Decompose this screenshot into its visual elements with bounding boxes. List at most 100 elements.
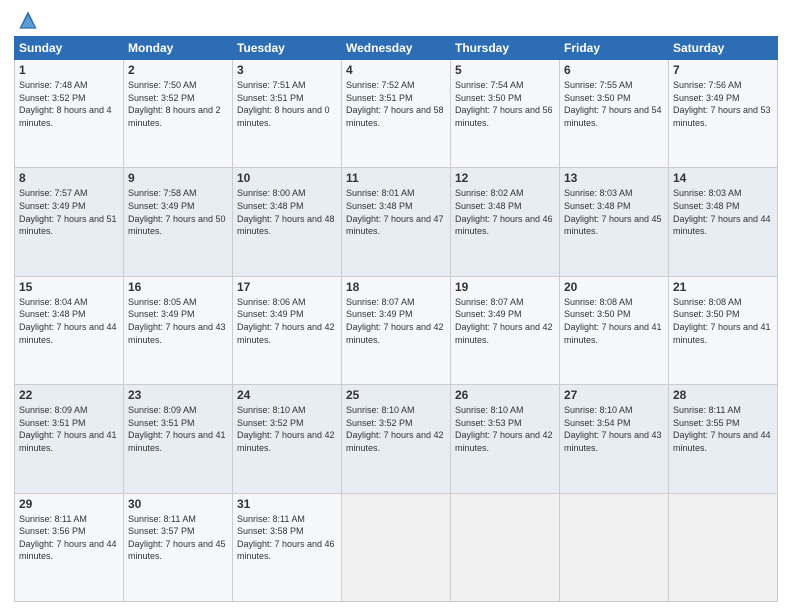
calendar-cell: 17 Sunrise: 8:06 AMSunset: 3:49 PMDayligh… xyxy=(233,276,342,384)
day-number: 9 xyxy=(128,171,228,185)
day-number: 25 xyxy=(346,388,446,402)
day-number: 26 xyxy=(455,388,555,402)
calendar-cell: 11 Sunrise: 8:01 AMSunset: 3:48 PMDayligh… xyxy=(342,168,451,276)
calendar-cell: 3 Sunrise: 7:51 AMSunset: 3:51 PMDaylight… xyxy=(233,60,342,168)
day-info: Sunrise: 7:54 AMSunset: 3:50 PMDaylight:… xyxy=(455,79,555,129)
day-info: Sunrise: 8:01 AMSunset: 3:48 PMDaylight:… xyxy=(346,187,446,237)
calendar-week-row: 29 Sunrise: 8:11 AMSunset: 3:56 PMDayligh… xyxy=(15,493,778,601)
day-number: 2 xyxy=(128,63,228,77)
day-number: 19 xyxy=(455,280,555,294)
header xyxy=(14,10,778,30)
calendar-cell xyxy=(342,493,451,601)
column-header-friday: Friday xyxy=(560,37,669,60)
calendar-cell: 26 Sunrise: 8:10 AMSunset: 3:53 PMDayligh… xyxy=(451,385,560,493)
day-info: Sunrise: 8:11 AMSunset: 3:57 PMDaylight:… xyxy=(128,513,228,563)
calendar-cell: 14Sunrise: 8:03 AMSunset: 3:48 PMDayligh… xyxy=(669,168,778,276)
calendar-cell: 7 Sunrise: 7:56 AMSunset: 3:49 PMDaylight… xyxy=(669,60,778,168)
day-number: 7 xyxy=(673,63,773,77)
calendar-cell: 12 Sunrise: 8:02 AMSunset: 3:48 PMDayligh… xyxy=(451,168,560,276)
day-number: 28 xyxy=(673,388,773,402)
day-number: 5 xyxy=(455,63,555,77)
calendar-cell: 5 Sunrise: 7:54 AMSunset: 3:50 PMDaylight… xyxy=(451,60,560,168)
calendar-header-row: SundayMondayTuesdayWednesdayThursdayFrid… xyxy=(15,37,778,60)
day-info: Sunrise: 8:08 AMSunset: 3:50 PMDaylight:… xyxy=(564,296,664,346)
calendar-cell: 16 Sunrise: 8:05 AMSunset: 3:49 PMDayligh… xyxy=(124,276,233,384)
column-header-sunday: Sunday xyxy=(15,37,124,60)
day-number: 12 xyxy=(455,171,555,185)
day-info: Sunrise: 8:10 AMSunset: 3:54 PMDaylight:… xyxy=(564,404,664,454)
day-number: 15 xyxy=(19,280,119,294)
day-number: 29 xyxy=(19,497,119,511)
day-info: Sunrise: 8:11 AMSunset: 3:55 PMDaylight:… xyxy=(673,404,773,454)
day-info: Sunrise: 7:55 AMSunset: 3:50 PMDaylight:… xyxy=(564,79,664,129)
day-info: Sunrise: 7:56 AMSunset: 3:49 PMDaylight:… xyxy=(673,79,773,129)
day-number: 27 xyxy=(564,388,664,402)
day-info: Sunrise: 7:48 AMSunset: 3:52 PMDaylight:… xyxy=(19,79,119,129)
day-info: Sunrise: 8:02 AMSunset: 3:48 PMDaylight:… xyxy=(455,187,555,237)
calendar-week-row: 1 Sunrise: 7:48 AMSunset: 3:52 PMDaylight… xyxy=(15,60,778,168)
day-number: 22 xyxy=(19,388,119,402)
calendar-cell: 25 Sunrise: 8:10 AMSunset: 3:52 PMDayligh… xyxy=(342,385,451,493)
column-header-tuesday: Tuesday xyxy=(233,37,342,60)
day-info: Sunrise: 7:57 AMSunset: 3:49 PMDaylight:… xyxy=(19,187,119,237)
day-number: 30 xyxy=(128,497,228,511)
day-info: Sunrise: 8:09 AMSunset: 3:51 PMDaylight:… xyxy=(19,404,119,454)
day-number: 23 xyxy=(128,388,228,402)
calendar-cell: 19Sunrise: 8:07 AMSunset: 3:49 PMDayligh… xyxy=(451,276,560,384)
day-number: 24 xyxy=(237,388,337,402)
day-info: Sunrise: 8:08 AMSunset: 3:50 PMDaylight:… xyxy=(673,296,773,346)
day-info: Sunrise: 8:10 AMSunset: 3:53 PMDaylight:… xyxy=(455,404,555,454)
calendar-cell: 2 Sunrise: 7:50 AMSunset: 3:52 PMDaylight… xyxy=(124,60,233,168)
day-info: Sunrise: 8:03 AMSunset: 3:48 PMDaylight:… xyxy=(673,187,773,237)
day-info: Sunrise: 8:00 AMSunset: 3:48 PMDaylight:… xyxy=(237,187,337,237)
day-info: Sunrise: 8:07 AMSunset: 3:49 PMDaylight:… xyxy=(346,296,446,346)
day-info: Sunrise: 8:11 AMSunset: 3:56 PMDaylight:… xyxy=(19,513,119,563)
calendar-cell: 10 Sunrise: 8:00 AMSunset: 3:48 PMDayligh… xyxy=(233,168,342,276)
page: SundayMondayTuesdayWednesdayThursdayFrid… xyxy=(0,0,792,612)
logo-icon xyxy=(18,10,38,30)
calendar-cell: 1 Sunrise: 7:48 AMSunset: 3:52 PMDaylight… xyxy=(15,60,124,168)
day-info: Sunrise: 7:58 AMSunset: 3:49 PMDaylight:… xyxy=(128,187,228,237)
day-info: Sunrise: 8:04 AMSunset: 3:48 PMDaylight:… xyxy=(19,296,119,346)
day-info: Sunrise: 7:51 AMSunset: 3:51 PMDaylight:… xyxy=(237,79,337,129)
calendar-cell: 21 Sunrise: 8:08 AMSunset: 3:50 PMDayligh… xyxy=(669,276,778,384)
day-info: Sunrise: 8:06 AMSunset: 3:49 PMDaylight:… xyxy=(237,296,337,346)
day-info: Sunrise: 8:11 AMSunset: 3:58 PMDaylight:… xyxy=(237,513,337,563)
calendar-cell: 8 Sunrise: 7:57 AMSunset: 3:49 PMDaylight… xyxy=(15,168,124,276)
calendar-cell: 6 Sunrise: 7:55 AMSunset: 3:50 PMDaylight… xyxy=(560,60,669,168)
day-number: 11 xyxy=(346,171,446,185)
column-header-monday: Monday xyxy=(124,37,233,60)
day-number: 13 xyxy=(564,171,664,185)
day-info: Sunrise: 8:10 AMSunset: 3:52 PMDaylight:… xyxy=(346,404,446,454)
day-number: 6 xyxy=(564,63,664,77)
day-number: 31 xyxy=(237,497,337,511)
day-number: 8 xyxy=(19,171,119,185)
calendar-cell: 15 Sunrise: 8:04 AMSunset: 3:48 PMDayligh… xyxy=(15,276,124,384)
day-info: Sunrise: 8:03 AMSunset: 3:48 PMDaylight:… xyxy=(564,187,664,237)
calendar-cell: 9 Sunrise: 7:58 AMSunset: 3:49 PMDaylight… xyxy=(124,168,233,276)
calendar-cell: 22 Sunrise: 8:09 AMSunset: 3:51 PMDayligh… xyxy=(15,385,124,493)
day-info: Sunrise: 8:10 AMSunset: 3:52 PMDaylight:… xyxy=(237,404,337,454)
day-number: 20 xyxy=(564,280,664,294)
calendar-cell: 30 Sunrise: 8:11 AMSunset: 3:57 PMDayligh… xyxy=(124,493,233,601)
calendar-cell: 20 Sunrise: 8:08 AMSunset: 3:50 PMDayligh… xyxy=(560,276,669,384)
day-number: 17 xyxy=(237,280,337,294)
day-number: 21 xyxy=(673,280,773,294)
column-header-thursday: Thursday xyxy=(451,37,560,60)
day-info: Sunrise: 8:05 AMSunset: 3:49 PMDaylight:… xyxy=(128,296,228,346)
day-number: 16 xyxy=(128,280,228,294)
calendar-cell: 24 Sunrise: 8:10 AMSunset: 3:52 PMDayligh… xyxy=(233,385,342,493)
logo xyxy=(14,10,38,30)
day-number: 3 xyxy=(237,63,337,77)
calendar-week-row: 22 Sunrise: 8:09 AMSunset: 3:51 PMDayligh… xyxy=(15,385,778,493)
calendar-cell xyxy=(451,493,560,601)
day-info: Sunrise: 7:50 AMSunset: 3:52 PMDaylight:… xyxy=(128,79,228,129)
calendar-cell: 31 Sunrise: 8:11 AMSunset: 3:58 PMDayligh… xyxy=(233,493,342,601)
calendar-cell: 27 Sunrise: 8:10 AMSunset: 3:54 PMDayligh… xyxy=(560,385,669,493)
calendar-cell xyxy=(560,493,669,601)
calendar-week-row: 8 Sunrise: 7:57 AMSunset: 3:49 PMDaylight… xyxy=(15,168,778,276)
day-info: Sunrise: 8:09 AMSunset: 3:51 PMDaylight:… xyxy=(128,404,228,454)
day-number: 10 xyxy=(237,171,337,185)
day-number: 4 xyxy=(346,63,446,77)
day-number: 1 xyxy=(19,63,119,77)
